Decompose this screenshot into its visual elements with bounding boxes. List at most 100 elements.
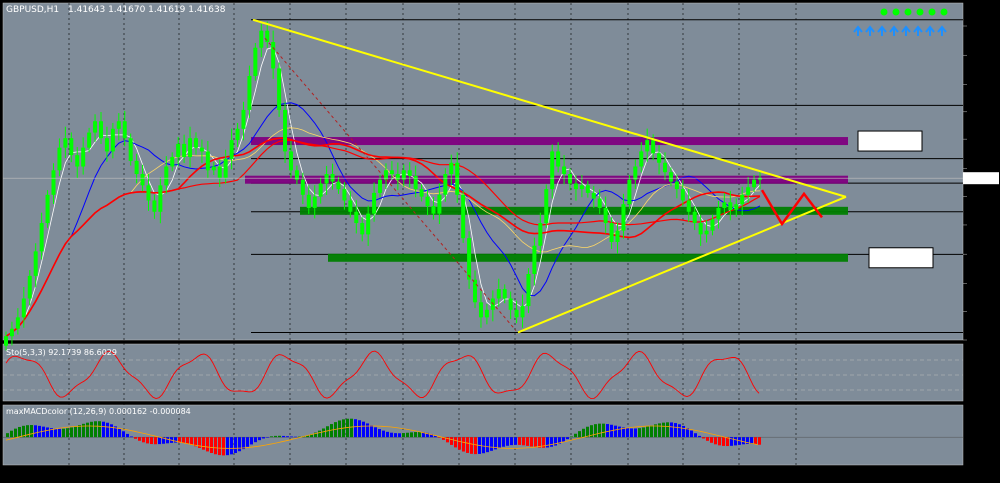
macd-bar (234, 437, 237, 454)
chart-window: GBPUSD,H1 1.41643 1.41670 1.41619 1.4163… (0, 0, 1000, 483)
candle-body (110, 128, 115, 152)
macd-bar (458, 437, 461, 450)
macd-bar (690, 430, 693, 438)
macd-bar (506, 437, 509, 446)
stochastic-panel[interactable] (2, 343, 964, 402)
macd-bar (710, 437, 713, 443)
macd-bar (350, 418, 353, 438)
signal-dot (892, 8, 900, 16)
macd-bar (274, 435, 277, 438)
candle-body (449, 162, 454, 175)
macd-bar (130, 436, 133, 438)
macd-bar (266, 437, 269, 438)
macd-bar (406, 432, 409, 438)
zone-label-box (857, 130, 923, 152)
candle-body (288, 151, 293, 171)
candle-body (229, 140, 234, 159)
macd-bar (254, 437, 257, 443)
macd-bar (138, 437, 141, 441)
candle-body (484, 309, 489, 318)
candle-body (81, 147, 86, 167)
candle-body (568, 174, 573, 184)
macd-bar (74, 426, 77, 438)
candle-body (158, 185, 163, 212)
candle-body (680, 189, 685, 201)
macd-bar (694, 433, 697, 438)
candle-body (336, 181, 341, 190)
signal-dot (904, 8, 912, 16)
candle-body (585, 185, 590, 193)
candle-body (283, 109, 288, 152)
candle-body (431, 206, 436, 214)
candle-body (526, 273, 531, 307)
macd-bar (466, 437, 469, 453)
candle-body (253, 47, 258, 76)
candle-body (39, 223, 44, 252)
candle-body (247, 75, 252, 110)
candle-body (277, 68, 282, 110)
candle-body (45, 194, 50, 224)
macd-bar (602, 423, 605, 438)
macd-bar (514, 437, 517, 445)
candle-body (312, 196, 317, 208)
macd-bar (102, 421, 105, 438)
candle-body (704, 230, 709, 235)
macd-bar (734, 437, 737, 446)
macd-bar (722, 437, 725, 446)
candle-body (538, 223, 543, 246)
macd-bar (562, 437, 565, 442)
candle-body (75, 155, 80, 167)
candle-body (98, 121, 103, 139)
macd-bar (230, 437, 233, 455)
zone-label-box (868, 247, 934, 269)
macd-bar (70, 427, 73, 438)
macd-bar (286, 436, 289, 438)
macd-bar (618, 426, 621, 438)
macd-bar (482, 437, 485, 454)
candle-body (193, 138, 198, 148)
candle-body (199, 147, 204, 152)
macd-bar (682, 425, 685, 438)
macd-bar (530, 437, 533, 447)
candle-body (663, 162, 668, 173)
macd-bar (246, 437, 249, 447)
signal-dot (916, 8, 924, 16)
symbol-label: GBPUSD,H1 (6, 5, 59, 15)
chart-canvas[interactable]: GBPUSD,H1 1.41643 1.41670 1.41619 1.4163… (0, 0, 1000, 483)
macd-bar (294, 436, 297, 438)
candle-body (603, 207, 608, 224)
macd-bar (510, 437, 513, 446)
macd-bar (10, 430, 13, 438)
macd-bar (454, 437, 457, 448)
candle-body (330, 174, 335, 182)
candle-body (69, 138, 74, 156)
macd-bar (242, 437, 245, 450)
macd-bar (142, 437, 145, 443)
candle-body (467, 238, 472, 280)
macd-bar (66, 428, 69, 438)
macd-bar (210, 437, 213, 453)
signal-dot (928, 8, 936, 16)
macd-bar (450, 437, 453, 445)
macd-bar (634, 428, 637, 438)
macd-bar (214, 437, 217, 455)
macd-bar (702, 437, 705, 439)
macd-bar (30, 425, 33, 438)
macd-bar (598, 423, 601, 438)
macd-bar (754, 437, 757, 445)
macd-bar (626, 428, 629, 438)
candle-body (63, 138, 68, 148)
macd-bar (34, 425, 37, 438)
candle-body (259, 30, 264, 48)
macd-bar (474, 437, 477, 455)
candle-body (698, 223, 703, 235)
macd-bar (238, 437, 241, 452)
macd-bar (614, 425, 617, 438)
candle-body (508, 298, 513, 310)
macd-bar (582, 428, 585, 438)
candle-body (514, 309, 519, 318)
macd-bar (698, 435, 701, 438)
macd-bar (174, 437, 177, 443)
macd-bar (42, 426, 45, 438)
macd-bar (498, 437, 501, 448)
